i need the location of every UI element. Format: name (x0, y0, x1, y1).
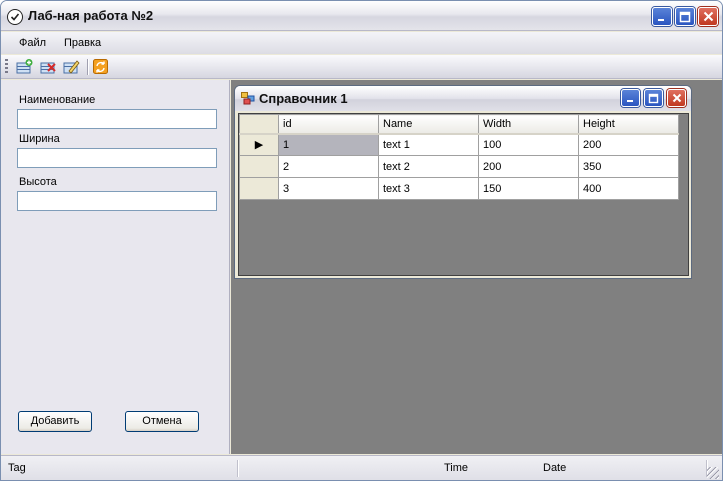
menu-file[interactable]: Файл (19, 37, 46, 49)
column-header-width[interactable]: Width (478, 114, 579, 135)
child-maximize-button[interactable] (644, 89, 663, 107)
close-icon (699, 8, 717, 25)
height-label: Высота (19, 176, 57, 188)
cell-name[interactable]: text 3 (378, 177, 479, 200)
grid-header-row: id Name Width Height (239, 114, 679, 135)
cell-name[interactable]: text 2 (378, 155, 479, 178)
table-row[interactable]: 2 text 2 200 350 (239, 155, 679, 178)
cell-name[interactable]: text 1 (378, 133, 479, 156)
maximize-icon (676, 8, 694, 25)
grid-corner-cell (239, 114, 279, 135)
status-date: Date (543, 462, 567, 474)
row-header-current[interactable]: ▶ (239, 133, 279, 156)
mdi-area: Справочник 1 id Name Width Height ▶ 1 te… (231, 80, 722, 454)
row-header[interactable] (239, 177, 279, 200)
menu-edit[interactable]: Правка (64, 37, 101, 49)
status-separator (237, 460, 238, 477)
edit-record-button[interactable] (62, 58, 80, 76)
toolbar-grip[interactable] (5, 59, 8, 75)
cell-width[interactable]: 200 (478, 155, 579, 178)
add-record-icon (16, 59, 33, 74)
cell-width[interactable]: 100 (478, 133, 579, 156)
width-input[interactable] (17, 148, 217, 168)
toolbar-separator (87, 59, 88, 75)
column-header-id[interactable]: id (278, 114, 379, 135)
input-panel: Наименование Ширина Высота Добавить Отме… (1, 80, 230, 454)
cell-height[interactable]: 400 (578, 177, 679, 200)
close-button[interactable] (698, 7, 718, 26)
toolbar (1, 55, 722, 79)
refresh-button[interactable] (92, 58, 110, 76)
delete-record-button[interactable] (39, 58, 57, 76)
minimize-button[interactable] (652, 7, 672, 26)
name-input[interactable] (17, 109, 217, 129)
minimize-icon (653, 8, 671, 25)
height-input[interactable] (17, 191, 217, 211)
cell-id[interactable]: 1 (278, 133, 379, 156)
minimize-icon (622, 90, 639, 106)
app-icon (7, 9, 23, 25)
cell-id[interactable]: 2 (278, 155, 379, 178)
form-icon (241, 92, 255, 105)
cancel-button[interactable]: Отмена (125, 411, 199, 432)
child-close-button[interactable] (667, 89, 686, 107)
directory-window: Справочник 1 id Name Width Height ▶ 1 te… (234, 85, 692, 279)
width-label: Ширина (19, 133, 60, 145)
cell-height[interactable]: 350 (578, 155, 679, 178)
close-icon (668, 90, 685, 106)
add-button[interactable]: Добавить (18, 411, 92, 432)
title-bar[interactable]: Лаб-ная работа №2 (1, 1, 722, 31)
edit-record-icon (63, 60, 80, 74)
status-tag: Tag (8, 462, 26, 474)
cell-height[interactable]: 200 (578, 133, 679, 156)
maximize-button[interactable] (675, 7, 695, 26)
column-header-name[interactable]: Name (378, 114, 479, 135)
cell-width[interactable]: 150 (478, 177, 579, 200)
child-window-title: Справочник 1 (259, 91, 348, 106)
row-header[interactable] (239, 155, 279, 178)
child-title-bar[interactable]: Справочник 1 (235, 86, 691, 111)
cell-id[interactable]: 3 (278, 177, 379, 200)
menu-bar: Файл Правка (1, 32, 722, 54)
data-grid[interactable]: id Name Width Height ▶ 1 text 1 100 200 (238, 113, 689, 276)
refresh-icon (93, 59, 108, 74)
delete-record-icon (40, 62, 56, 74)
name-label: Наименование (19, 94, 96, 106)
table-row[interactable]: 3 text 3 150 400 (239, 177, 679, 200)
add-record-button[interactable] (15, 58, 33, 76)
child-minimize-button[interactable] (621, 89, 640, 107)
maximize-icon (645, 90, 662, 106)
main-window: Лаб-ная работа №2 Файл Правка Наименован… (0, 0, 723, 481)
status-time: Time (444, 462, 469, 474)
column-header-height[interactable]: Height (578, 114, 679, 135)
table-row[interactable]: ▶ 1 text 1 100 200 (239, 133, 679, 156)
status-bar: Tag Time Date (1, 455, 722, 480)
resize-grip[interactable] (707, 467, 719, 479)
window-title: Лаб-ная работа №2 (28, 8, 154, 23)
